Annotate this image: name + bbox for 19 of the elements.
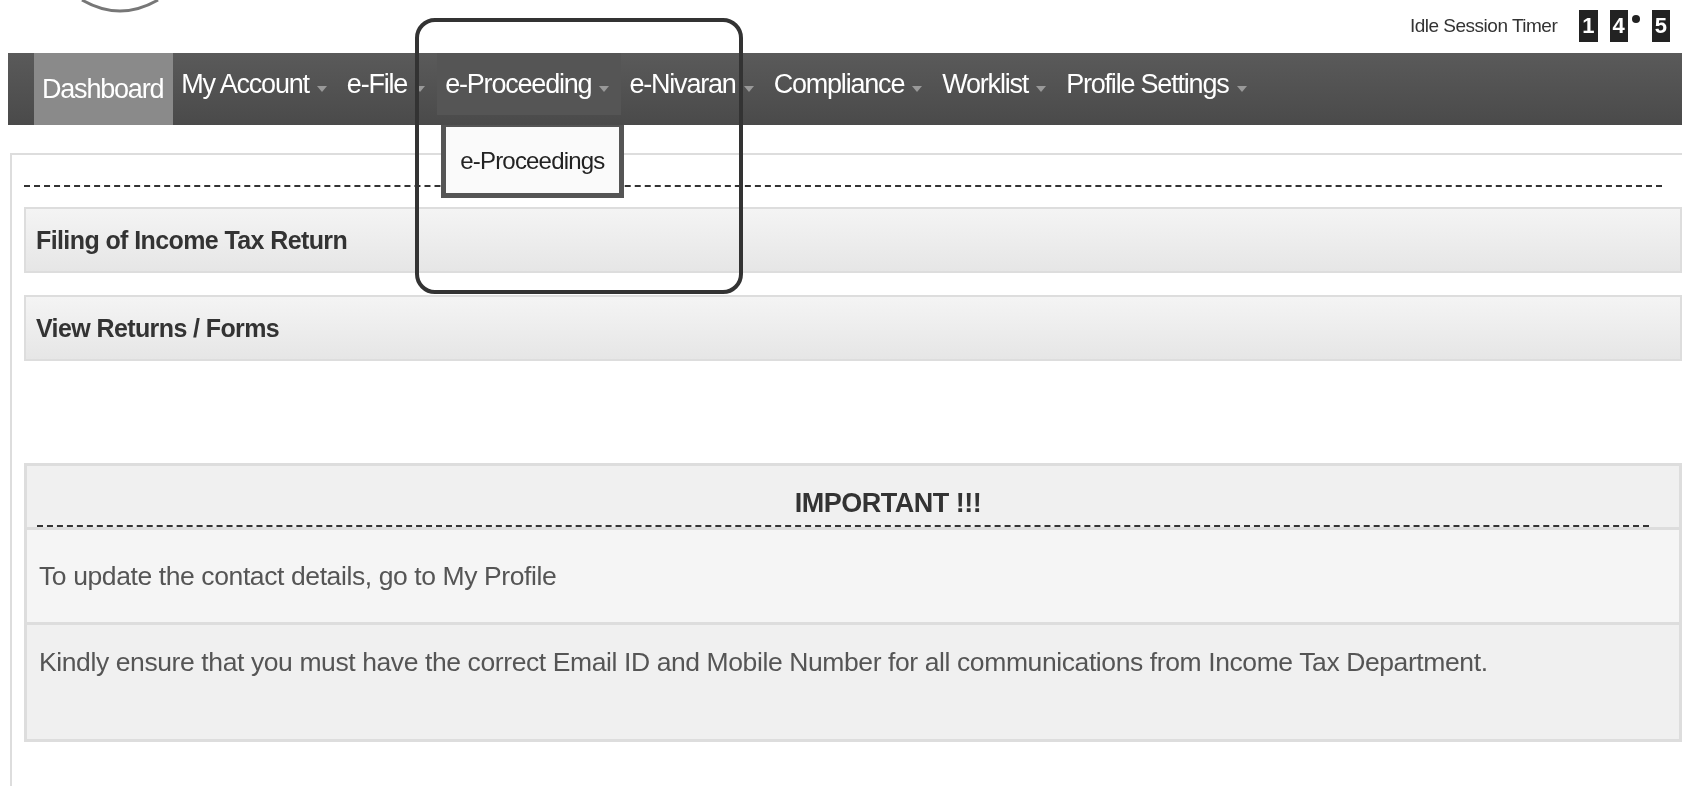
notice-message: Kindly ensure that you must have the correct Email ID and Mobile Number for all communications from Income Tax Department. — [39, 647, 1488, 678]
nav-menu-item[interactable]: Worklist — [934, 53, 1059, 115]
timer-digit: 5 — [1651, 10, 1670, 42]
accordion-header[interactable]: Filing of Income Tax Return — [24, 207, 1682, 273]
nav-menu-item[interactable]: e-Proceeding — [437, 53, 622, 115]
nav-menu-item[interactable]: Compliance — [765, 53, 935, 115]
dropdown-item[interactable]: e-Proceedings — [452, 141, 613, 181]
nav-menu-item[interactable]: e-File — [338, 53, 438, 115]
notice-message: To update the contact details, go to My Profile — [39, 560, 557, 592]
notice-title: IMPORTANT !!! — [793, 488, 982, 518]
nav-menu-item[interactable]: e-Nivaran — [621, 53, 766, 115]
nav-menu-item[interactable]: Profile Settings — [1058, 53, 1259, 115]
timer-separator-icon — [1631, 15, 1640, 23]
nav-menu-item[interactable]: My Account — [173, 53, 339, 115]
timer-digit: 4 — [1609, 10, 1628, 42]
timer-label: Idle Session Timer — [1409, 15, 1558, 37]
logo-icon — [80, 0, 160, 14]
timer-digit: 1 — [1579, 10, 1598, 42]
accordion-header[interactable]: View Returns / Forms — [24, 295, 1682, 361]
